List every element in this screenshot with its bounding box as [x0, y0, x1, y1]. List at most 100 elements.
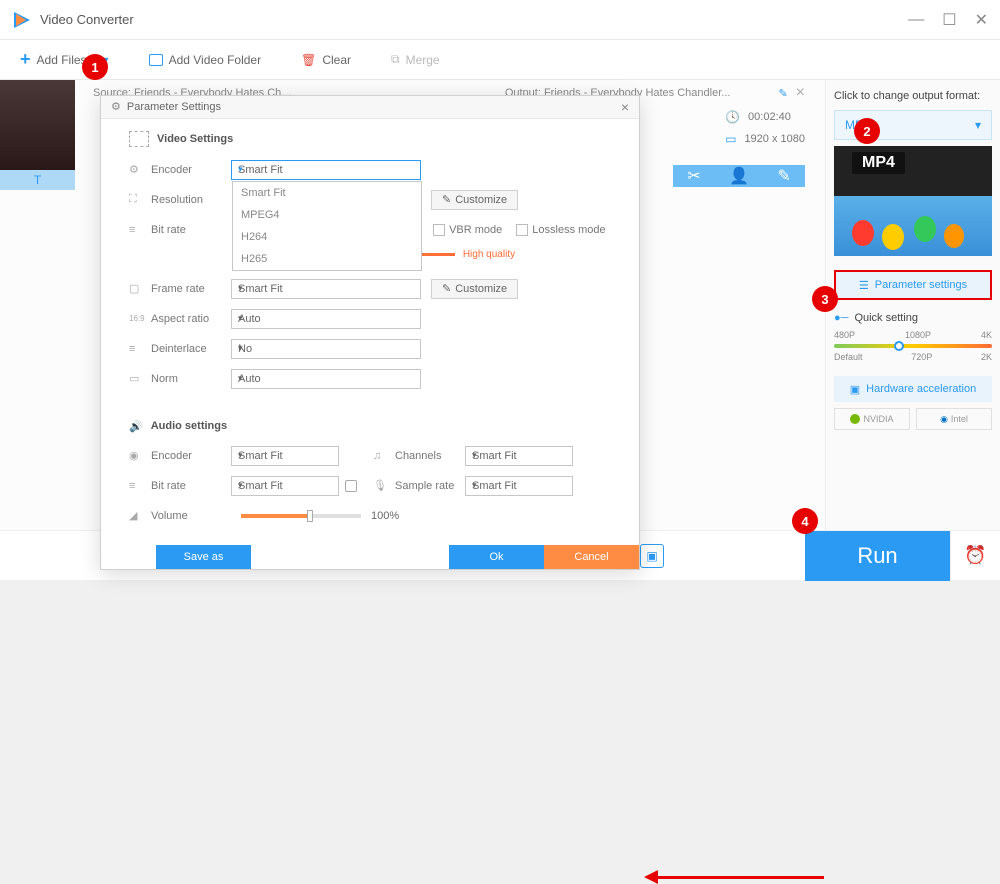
chevron-down-icon: ▾: [975, 118, 981, 132]
volume-slider[interactable]: [241, 514, 361, 518]
pencil-icon: ✎: [442, 193, 451, 206]
norm-row: ▭ Norm Auto▾: [129, 366, 611, 392]
chip-icon: ▣: [850, 383, 860, 396]
resolution-icon: ⛶: [129, 193, 151, 206]
main-toolbar: + Add Files ▾ Add Video Folder 🗑 Clear ⧉…: [0, 40, 1000, 80]
schedule-icon[interactable]: ⏰: [950, 531, 1000, 581]
channels-icon: ♫: [373, 450, 395, 462]
dialog-titlebar: ⚙ Parameter Settings ×: [101, 96, 639, 119]
audio-bitrate-row: ≡ Bit rate Smart Fit▾ 🎙 Sample rate Smar…: [129, 473, 611, 499]
format-badge: MP4: [852, 152, 905, 174]
deinterlace-select[interactable]: No▾: [231, 339, 421, 359]
merge-icon: ⧉: [391, 52, 400, 67]
speaker-icon: 🔊: [129, 420, 143, 433]
output-format-label: Click to change output format:: [834, 90, 992, 102]
remove-video-icon[interactable]: ×: [796, 84, 805, 102]
slider-thumb[interactable]: [307, 510, 313, 522]
resolution-icon: ▭: [725, 132, 736, 146]
deinterlace-row: ≡ Deinterlace No▾: [129, 336, 611, 362]
app-title: Video Converter: [40, 12, 890, 27]
video-meta: 🕓00:02:40 ▭1920 x 1080: [725, 110, 805, 154]
encoder-select[interactable]: Smart Fit▾ Smart Fit MPEG4 H264 H265: [231, 160, 421, 180]
encoder-option[interactable]: Smart Fit: [233, 182, 421, 204]
pencil-icon[interactable]: [345, 480, 357, 492]
annotation-badge-3: 3: [812, 286, 838, 312]
audio-encoder-row: ◉ Encoder Smart Fit▾ ♫ Channels Smart Fi…: [129, 443, 611, 469]
maximize-icon[interactable]: ☐: [942, 10, 956, 30]
hardware-accel-button[interactable]: ▣ Hardware acceleration: [834, 376, 992, 402]
encoder-option[interactable]: MPEG4: [233, 204, 421, 226]
video-settings-header: Video Settings: [129, 131, 611, 147]
aspect-icon: 16:9: [129, 314, 151, 323]
framerate-icon: ▢: [129, 282, 151, 295]
audio-bitrate-select[interactable]: Smart Fit▾: [231, 476, 339, 496]
intel-badge: ◉Intel: [916, 408, 992, 430]
framerate-select[interactable]: Smart Fit▾: [231, 279, 421, 299]
plus-icon: +: [20, 49, 31, 70]
volume-icon: ◢: [129, 509, 151, 522]
volume-row: ◢ Volume 100%: [129, 503, 611, 529]
customize-resolution-button[interactable]: ✎Customize: [431, 190, 518, 210]
customize-framerate-button[interactable]: ✎Customize: [431, 279, 518, 299]
format-preview: MP4: [834, 146, 992, 256]
dialog-footer: Save as Ok Cancel: [101, 545, 639, 569]
audio-settings-header: 🔊 Audio settings: [129, 420, 611, 433]
film-icon: [129, 131, 149, 147]
bitrate-icon: ≡: [129, 480, 151, 492]
nvidia-badge: NVIDIA: [834, 408, 910, 430]
dialog-title: Parameter Settings: [127, 101, 221, 113]
run-button[interactable]: Run: [805, 531, 950, 581]
bitrate-icon: ≡: [129, 224, 151, 236]
cancel-button[interactable]: Cancel: [544, 545, 639, 569]
video-tools-strip: ✂ 👤 ✎: [673, 165, 805, 187]
annotation-badge-4: 4: [792, 508, 818, 534]
close-icon[interactable]: ✕: [975, 10, 988, 30]
lossless-checkbox[interactable]: Lossless mode: [516, 224, 605, 236]
norm-select[interactable]: Auto▾: [231, 369, 421, 389]
encoder-option[interactable]: H264: [233, 226, 421, 248]
pen-icon[interactable]: ✎: [777, 166, 790, 186]
dot-icon: ●─: [834, 312, 848, 324]
encoder-option[interactable]: H265: [233, 248, 421, 270]
minimize-icon[interactable]: —: [908, 11, 924, 29]
aspect-select[interactable]: Auto▾: [231, 309, 421, 329]
norm-icon: ▭: [129, 372, 151, 385]
folder-icon: [149, 54, 163, 66]
annotation-badge-1: 1: [82, 54, 108, 80]
app-logo-icon: [12, 10, 32, 30]
mic-icon: 🎙: [373, 479, 395, 492]
quick-setting-label: ●─ Quick setting: [834, 312, 992, 324]
samplerate-select[interactable]: Smart Fit▾: [465, 476, 573, 496]
deinterlace-icon: ≡: [129, 343, 151, 355]
encoder-icon: ⚙: [129, 163, 151, 176]
trash-icon: 🗑: [301, 53, 316, 67]
edit-icon[interactable]: ✎: [778, 87, 787, 100]
save-as-button[interactable]: Save as: [156, 545, 251, 569]
thumb-label: T: [0, 170, 75, 190]
framerate-row: ▢ Frame rate Smart Fit▾ ✎Customize: [129, 276, 611, 302]
slider-thumb[interactable]: [894, 341, 904, 351]
titlebar: Video Converter — ☐ ✕: [0, 0, 1000, 40]
encoder-row: ⚙ Encoder Smart Fit▾ Smart Fit MPEG4 H26…: [129, 157, 611, 183]
gear-icon: ⚙: [111, 100, 121, 113]
parameter-settings-button[interactable]: ☰ Parameter settings: [834, 270, 992, 300]
clear-button[interactable]: 🗑 Clear: [301, 53, 351, 67]
cut-icon[interactable]: ✂: [687, 166, 700, 186]
channels-select[interactable]: Smart Fit▾: [465, 446, 573, 466]
person-icon[interactable]: 👤: [729, 166, 749, 186]
audio-encoder-select[interactable]: Smart Fit▾: [231, 446, 339, 466]
vendor-row: NVIDIA ◉Intel: [834, 408, 992, 430]
vbr-checkbox[interactable]: VBR mode: [433, 224, 502, 236]
clock-icon: 🕓: [725, 110, 740, 124]
ok-button[interactable]: Ok: [449, 545, 544, 569]
audio-icon: ◉: [129, 449, 151, 462]
dialog-close-icon[interactable]: ×: [621, 99, 629, 115]
sliders-icon: ☰: [859, 279, 869, 292]
quick-setting-slider[interactable]: 480P1080P4K Default720P2K: [834, 330, 992, 362]
video-thumbnail[interactable]: [0, 80, 75, 170]
output-folder-icon[interactable]: ▣: [640, 544, 664, 568]
aspect-row: 16:9 Aspect ratio Auto▾: [129, 306, 611, 332]
add-folder-button[interactable]: Add Video Folder: [149, 53, 262, 67]
annotation-badge-2: 2: [854, 118, 880, 144]
merge-button[interactable]: ⧉ Merge: [391, 52, 440, 67]
